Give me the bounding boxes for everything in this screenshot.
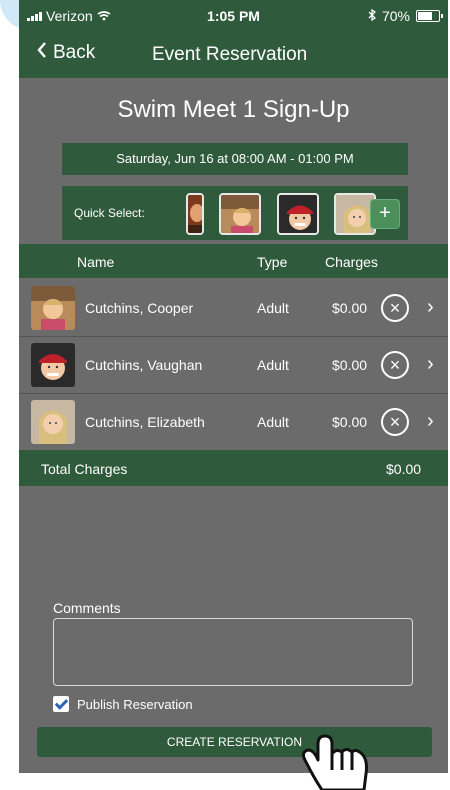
total-charges-bar: Total Charges $0.00	[19, 450, 448, 486]
total-charges-label: Total Charges	[41, 461, 128, 477]
comments-field[interactable]	[53, 618, 413, 686]
back-label: Back	[53, 42, 96, 63]
publish-checkbox[interactable]	[53, 696, 69, 712]
attendee-name: Cutchins, Elizabeth	[85, 414, 205, 430]
total-charges-amount: $0.00	[386, 461, 422, 477]
comments-label: Comments	[53, 600, 121, 616]
publish-reservation-option[interactable]: Publish Reservation	[53, 696, 193, 712]
quick-select-avatar-1[interactable]	[186, 193, 204, 235]
attendee-charge: $0.00	[332, 300, 368, 316]
battery-percent: 70%	[381, 8, 410, 24]
battery-icon	[416, 10, 443, 22]
nav-bar: Back Event Reservation	[19, 32, 448, 78]
table-header: Name Type Charges	[19, 244, 448, 278]
nav-title: Event Reservation	[152, 44, 308, 65]
publish-label: Publish Reservation	[77, 696, 193, 712]
attendee-charge: $0.00	[332, 357, 368, 373]
table-row[interactable]: Cutchins, Vaughan Adult $0.00 × ›	[19, 337, 448, 394]
column-type: Type	[257, 254, 288, 270]
table-row[interactable]: Cutchins, Elizabeth Adult $0.00 × ›	[19, 394, 448, 451]
back-button[interactable]: Back	[37, 42, 95, 64]
quick-select-avatar-3[interactable]	[277, 193, 319, 235]
pointer-hand-icon	[301, 734, 368, 790]
remove-icon[interactable]: ×	[381, 408, 409, 436]
quick-select-bar: Quick Select: +	[62, 186, 408, 240]
attendee-type: Adult	[257, 300, 289, 316]
avatar	[31, 400, 75, 444]
status-right: 70%	[368, 8, 443, 24]
remove-icon[interactable]: ×	[381, 351, 409, 379]
chevron-right-icon[interactable]: ›	[427, 296, 434, 319]
phone-screen: Verizon 1:05 PM 70% Back Event Reservati…	[19, 0, 448, 773]
table-row[interactable]: Cutchins, Cooper Adult $0.00 × ›	[19, 280, 448, 337]
chevron-right-icon[interactable]: ›	[427, 410, 434, 433]
event-title: Swim Meet 1 Sign-Up	[117, 96, 350, 123]
add-attendee-button[interactable]: +	[370, 199, 400, 229]
event-datetime: Saturday, Jun 16 at 08:00 AM - 01:00 PM	[62, 143, 408, 175]
attendee-name: Cutchins, Cooper	[85, 300, 194, 316]
remove-icon[interactable]: ×	[381, 294, 409, 322]
bluetooth-icon	[368, 8, 376, 24]
avatar	[31, 286, 75, 330]
chevron-right-icon[interactable]: ›	[427, 353, 434, 376]
column-charges: Charges	[325, 254, 378, 270]
attendee-charge: $0.00	[332, 414, 368, 430]
quick-select-label: Quick Select:	[74, 206, 145, 220]
chevron-left-icon	[37, 42, 47, 64]
attendee-type: Adult	[257, 357, 289, 373]
quick-select-avatar-2[interactable]	[219, 193, 261, 235]
column-name: Name	[77, 254, 115, 270]
attendee-name: Cutchins, Vaughan	[85, 357, 203, 373]
status-bar: Verizon 1:05 PM 70%	[19, 0, 448, 32]
avatar	[31, 343, 75, 387]
attendee-type: Adult	[257, 414, 289, 430]
